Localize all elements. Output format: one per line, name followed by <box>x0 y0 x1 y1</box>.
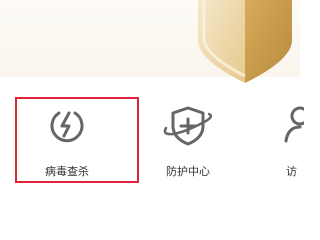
protection-center-label: 防护中心 <box>166 165 210 178</box>
header-banner <box>0 0 300 83</box>
gold-shield-graphic <box>198 0 292 83</box>
shield-plus-icon <box>163 106 213 146</box>
virus-scan-label: 病毒查杀 <box>45 165 89 178</box>
access-tile[interactable]: 访 <box>278 97 308 183</box>
virus-scan-tile[interactable]: 病毒查杀 <box>15 97 139 183</box>
power-bolt-icon <box>50 111 84 143</box>
access-label: 访 <box>286 165 297 178</box>
protection-center-tile[interactable]: 防护中心 <box>150 97 236 183</box>
person-icon <box>284 106 304 143</box>
